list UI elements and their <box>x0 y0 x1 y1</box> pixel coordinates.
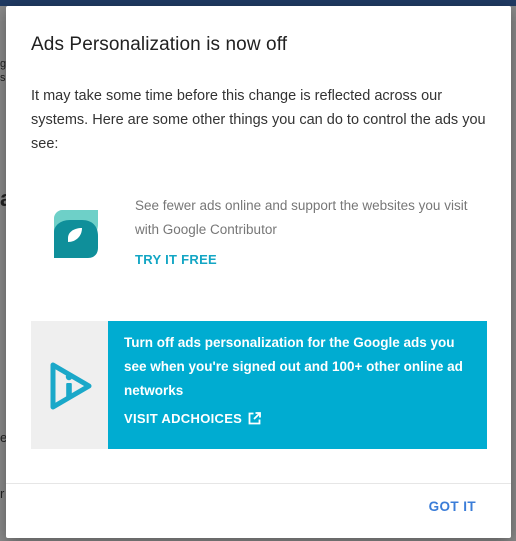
ads-personalization-dialog: Ads Personalization is now off It may ta… <box>6 6 511 538</box>
google-contributor-logo-icon <box>54 210 98 258</box>
try-it-free-link[interactable]: TRY IT FREE <box>135 252 217 267</box>
adchoices-card: Turn off ads personalization for the Goo… <box>31 321 487 449</box>
visit-adchoices-label: VISIT ADCHOICES <box>124 411 243 426</box>
background-fragment: r <box>0 486 5 501</box>
adchoices-icon-panel <box>31 321 108 449</box>
background-fragment: s <box>0 72 6 84</box>
visit-adchoices-link[interactable]: VISIT ADCHOICES <box>124 411 262 426</box>
external-link-icon <box>248 412 262 425</box>
dialog-title: Ads Personalization is now off <box>31 34 288 55</box>
dialog-intro-text: It may take some time before this change… <box>31 88 486 152</box>
footer-divider <box>6 483 511 484</box>
contributor-description: See fewer ads online and support the web… <box>135 198 468 237</box>
adchoices-content: Turn off ads personalization for the Goo… <box>108 321 487 449</box>
got-it-button[interactable]: GOT IT <box>429 499 476 514</box>
adchoices-logo-icon <box>50 362 91 410</box>
adchoices-description: Turn off ads personalization for the Goo… <box>124 335 463 398</box>
